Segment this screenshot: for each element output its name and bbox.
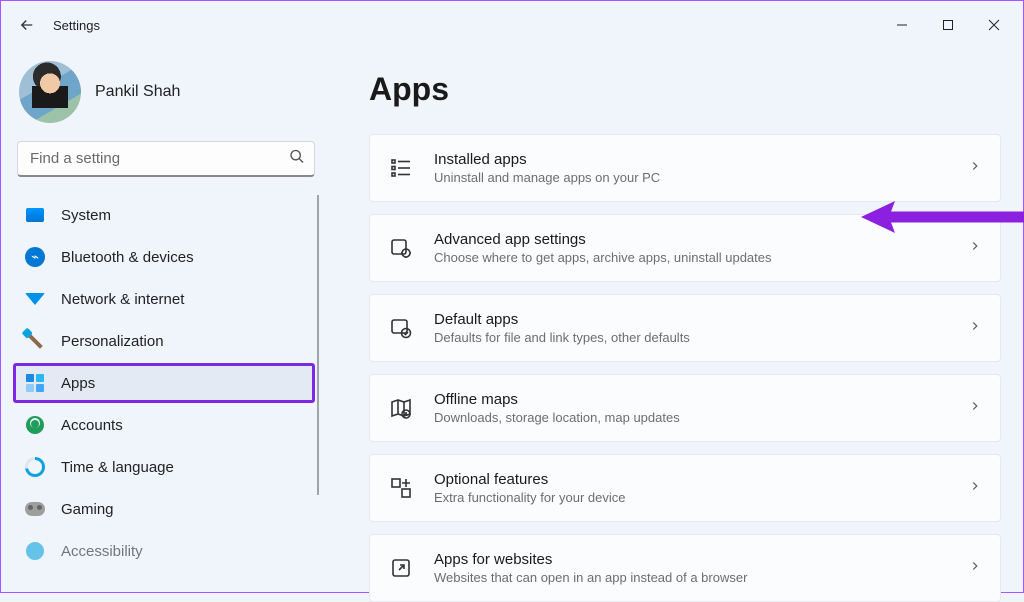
chevron-right-icon (968, 319, 982, 338)
sidebar-item-label: Network & internet (61, 291, 184, 308)
sidebar-item-bluetooth[interactable]: ⌁ Bluetooth & devices (13, 237, 315, 277)
sidebar-item-personalization[interactable]: Personalization (13, 321, 315, 361)
sidebar-item-label: Apps (61, 375, 95, 392)
chevron-right-icon (968, 159, 982, 178)
sidebar: Pankil Shah System ⌁ Bluetooth & devices … (1, 49, 331, 594)
card-default-apps[interactable]: Default apps Defaults for file and link t… (369, 294, 1001, 362)
card-subtitle: Uninstall and manage apps on your PC (434, 170, 948, 185)
maximize-button[interactable] (925, 9, 971, 41)
search-icon (289, 149, 305, 170)
card-title: Apps for websites (434, 551, 948, 568)
sidebar-item-label: Accounts (61, 417, 123, 434)
close-button[interactable] (971, 9, 1017, 41)
sidebar-item-time[interactable]: Time & language (13, 447, 315, 487)
apps-icon (25, 373, 45, 393)
profile-name: Pankil Shah (95, 83, 180, 101)
sidebar-item-label: Personalization (61, 333, 164, 350)
chevron-right-icon (968, 399, 982, 418)
sidebar-item-label: Bluetooth & devices (61, 249, 194, 266)
system-icon (25, 205, 45, 225)
card-subtitle: Extra functionality for your device (434, 490, 948, 505)
bluetooth-icon: ⌁ (25, 247, 45, 267)
card-title: Optional features (434, 471, 948, 488)
titlebar: Settings (1, 1, 1023, 49)
card-subtitle: Downloads, storage location, map updates (434, 410, 948, 425)
arrow-left-icon (18, 16, 36, 34)
nav-list: System ⌁ Bluetooth & devices Network & in… (13, 195, 319, 571)
sidebar-item-accounts[interactable]: Accounts (13, 405, 315, 445)
chevron-right-icon (968, 479, 982, 498)
list-icon (388, 155, 414, 181)
sidebar-item-label: Gaming (61, 501, 114, 518)
app-check-icon (388, 315, 414, 341)
close-icon (988, 19, 1000, 31)
sidebar-item-gaming[interactable]: Gaming (13, 489, 315, 529)
card-subtitle: Choose where to get apps, archive apps, … (434, 250, 948, 265)
card-subtitle: Websites that can open in an app instead… (434, 570, 948, 585)
map-download-icon (388, 395, 414, 421)
minimize-button[interactable] (879, 9, 925, 41)
window-controls (879, 9, 1017, 41)
card-title: Advanced app settings (434, 231, 948, 248)
card-installed-apps[interactable]: Installed apps Uninstall and manage apps … (369, 134, 1001, 202)
app-title: Settings (53, 18, 100, 33)
brush-icon (25, 331, 45, 351)
main-panel: Apps Installed apps Uninstall and manage … (331, 49, 1023, 594)
clock-globe-icon (25, 457, 45, 477)
nav-scroll-indicator (317, 195, 319, 495)
card-title: Offline maps (434, 391, 948, 408)
card-optional-features[interactable]: Optional features Extra functionality for… (369, 454, 1001, 522)
chevron-right-icon (968, 559, 982, 578)
sidebar-item-apps[interactable]: Apps (13, 363, 315, 403)
maximize-icon (942, 19, 954, 31)
card-title: Default apps (434, 311, 948, 328)
sidebar-item-accessibility[interactable]: Accessibility (13, 531, 315, 571)
accessibility-icon (25, 541, 45, 561)
card-title: Installed apps (434, 151, 948, 168)
minimize-icon (896, 19, 908, 31)
person-icon (25, 415, 45, 435)
app-gear-icon (388, 235, 414, 261)
chevron-right-icon (968, 239, 982, 258)
search-wrap (17, 141, 315, 177)
card-advanced-app-settings[interactable]: Advanced app settings Choose where to get… (369, 214, 1001, 282)
avatar (19, 61, 81, 123)
page-title: Apps (369, 71, 1001, 108)
sidebar-item-system[interactable]: System (13, 195, 315, 235)
add-feature-icon (388, 475, 414, 501)
card-offline-maps[interactable]: Offline maps Downloads, storage location,… (369, 374, 1001, 442)
card-apps-for-websites[interactable]: Apps for websites Websites that can open … (369, 534, 1001, 602)
search-input[interactable] (17, 141, 315, 177)
sidebar-item-label: Accessibility (61, 543, 143, 560)
wifi-icon (25, 289, 45, 309)
gamepad-icon (25, 499, 45, 519)
sidebar-item-label: System (61, 207, 111, 224)
sidebar-item-label: Time & language (61, 459, 174, 476)
profile-block[interactable]: Pankil Shah (13, 55, 319, 141)
open-external-icon (388, 555, 414, 581)
sidebar-item-network[interactable]: Network & internet (13, 279, 315, 319)
back-button[interactable] (7, 5, 47, 45)
card-subtitle: Defaults for file and link types, other … (434, 330, 948, 345)
settings-cards: Installed apps Uninstall and manage apps … (369, 134, 1001, 602)
